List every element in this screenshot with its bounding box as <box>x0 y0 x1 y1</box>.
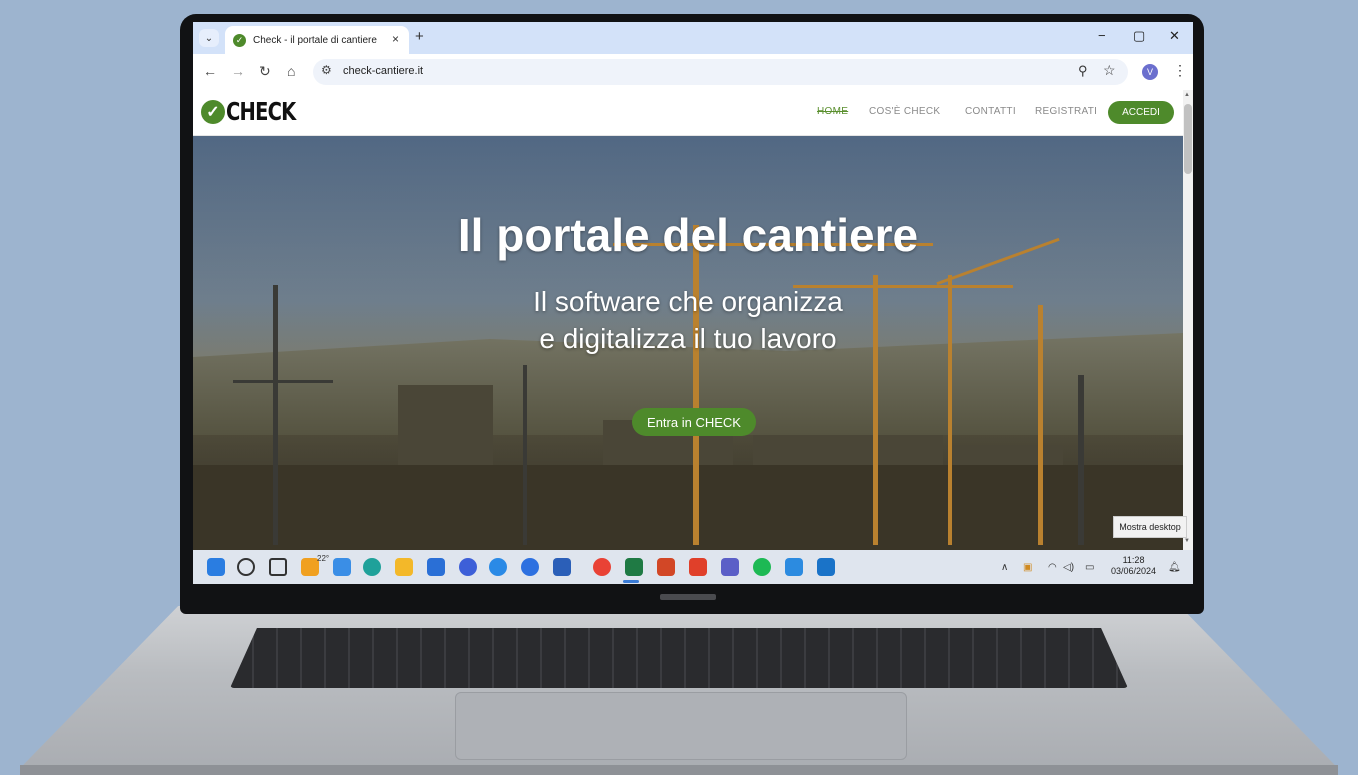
minimize-icon[interactable]: − <box>1098 28 1106 43</box>
edge-icon[interactable] <box>363 558 381 576</box>
nav-cos-e-check[interactable]: COS'È CHECK <box>869 106 940 117</box>
site-header: ✓ CHECK HOME COS'È CHECK CONTATTI REGIST… <box>193 90 1183 136</box>
nav-home[interactable]: HOME <box>817 106 848 117</box>
excel-icon[interactable] <box>625 558 643 576</box>
zoom-icon[interactable]: ⚲ <box>1078 63 1088 79</box>
tab-close-icon[interactable]: × <box>392 32 399 46</box>
reload-icon[interactable]: ↻ <box>259 63 271 80</box>
word-icon[interactable] <box>553 558 571 576</box>
search-icon[interactable] <box>237 558 255 576</box>
show-desktop-tooltip: Mostra desktop <box>1113 516 1187 538</box>
profile-avatar[interactable]: V <box>1142 64 1158 80</box>
start-icon[interactable] <box>207 558 225 576</box>
store-icon[interactable] <box>427 558 445 576</box>
hero-crane <box>1078 375 1084 545</box>
home-icon[interactable]: ⌂ <box>287 63 295 79</box>
hero-subtitle-line: e digitalizza il tuo lavoro <box>539 323 837 354</box>
app-s-icon[interactable] <box>489 558 507 576</box>
tab-search-icon[interactable]: ⌄ <box>199 29 219 47</box>
notification-bell-icon[interactable]: 🔔︎ <box>1168 562 1181 573</box>
nav-contatti[interactable]: CONTATTI <box>965 106 1016 117</box>
windows-taskbar: 22° ∧ ▣ ◠ ◁) ▭ 11:28 03/06/2024 🔔︎ <box>193 550 1193 584</box>
laptop-touchpad <box>455 692 907 760</box>
url-text[interactable]: check-cantiere.it <box>343 65 423 77</box>
page-scrollbar[interactable]: ▲ ▼ <box>1183 90 1193 550</box>
scroll-down-icon[interactable]: ▼ <box>1184 538 1190 544</box>
hero-subtitle: Il software che organizza e digitalizza … <box>193 283 1183 357</box>
tray-chevron-icon[interactable]: ∧ <box>1001 562 1008 573</box>
site-info-icon[interactable]: ⚙ <box>321 63 332 77</box>
weather-temp: 22° <box>317 554 330 563</box>
hero-subtitle-line: Il software che organizza <box>533 286 843 317</box>
app-c-icon[interactable] <box>459 558 477 576</box>
accedi-button[interactable]: ACCEDI <box>1108 101 1174 124</box>
menu-icon[interactable]: ⋮ <box>1173 62 1187 79</box>
clock-time: 11:28 <box>1122 555 1145 565</box>
new-tab-icon[interactable]: + <box>415 28 424 45</box>
forward-icon[interactable]: → <box>231 63 245 79</box>
website-viewport: Il portale del cantiere Il software che … <box>193 90 1183 550</box>
app-blue-icon[interactable] <box>785 558 803 576</box>
task-view-icon[interactable] <box>269 558 287 576</box>
hero-title: Il portale del cantiere <box>457 209 919 261</box>
star-icon[interactable]: ☆ <box>1103 62 1116 79</box>
spotify-icon[interactable] <box>753 558 771 576</box>
hero-crane-arm <box>233 380 333 383</box>
onedrive-icon[interactable] <box>333 558 351 576</box>
clock-date: 03/06/2024 <box>1111 566 1157 576</box>
active-app-indicator <box>623 580 639 583</box>
window-close-icon[interactable]: ✕ <box>1169 28 1180 44</box>
tray-app-icon[interactable]: ▣ <box>1023 562 1032 573</box>
check-favicon-icon: ✓ <box>233 33 246 47</box>
battery-icon[interactable]: ▭ <box>1085 562 1094 573</box>
outlook-icon[interactable] <box>817 558 835 576</box>
browser-toolbar: ← → ↻ ⌂ ⚙ check-cantiere.it ⚲ ☆ V ⋮ <box>193 54 1193 90</box>
volume-icon[interactable]: ◁) <box>1063 562 1074 573</box>
laptop-display: ⌄ ✓ Check - il portale di cantiere × + −… <box>193 22 1193 584</box>
back-icon[interactable]: ← <box>203 63 217 79</box>
browser-tabbar: ⌄ ✓ Check - il portale di cantiere × + −… <box>193 22 1193 54</box>
zoom-icon[interactable] <box>521 558 539 576</box>
nav-registrati[interactable]: REGISTRATI <box>1035 106 1097 117</box>
teams-icon[interactable] <box>721 558 739 576</box>
scroll-thumb[interactable] <box>1184 104 1192 174</box>
check-mark-icon: ✓ <box>201 99 225 124</box>
powerpoint-icon[interactable] <box>657 558 675 576</box>
address-bar[interactable]: ⚙ check-cantiere.it <box>313 59 1128 85</box>
wifi-icon[interactable]: ◠ <box>1048 562 1057 573</box>
laptop-keyboard <box>230 628 1128 688</box>
app-red-icon[interactable] <box>689 558 707 576</box>
hero-crane <box>693 225 699 545</box>
logo-text: CHECK <box>226 97 296 126</box>
hero-section: Il portale del cantiere Il software che … <box>193 135 1183 550</box>
check-logo[interactable]: ✓ CHECK <box>201 97 315 126</box>
enter-check-button[interactable]: Entra in CHECK <box>632 408 756 436</box>
scroll-up-icon[interactable]: ▲ <box>1184 92 1190 98</box>
hero-crane <box>523 365 527 545</box>
browser-tab[interactable]: ✓ Check - il portale di cantiere × <box>225 26 409 54</box>
tab-title: Check - il portale di cantiere <box>253 34 377 46</box>
chrome-icon[interactable] <box>593 558 611 576</box>
file-explorer-icon[interactable] <box>395 558 413 576</box>
laptop-base-edge <box>20 765 1338 775</box>
maximize-icon[interactable]: ▢ <box>1133 28 1145 44</box>
hero-ground <box>193 465 1183 550</box>
taskbar-clock[interactable]: 11:28 03/06/2024 <box>1111 555 1156 577</box>
laptop-brand-logo <box>660 594 716 600</box>
